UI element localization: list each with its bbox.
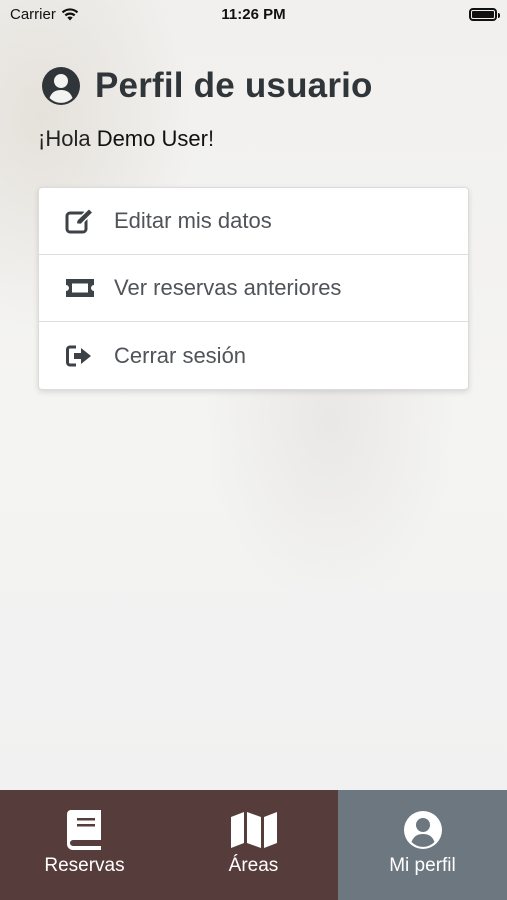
menu-item-past-reservations[interactable]: Ver reservas anteriores <box>39 255 468 322</box>
tab-bar: Reservas Áreas Mi perfil <box>0 790 507 900</box>
carrier-label: Carrier <box>10 5 56 23</box>
tab-label-mi-perfil: Mi perfil <box>389 855 456 876</box>
tab-label-areas: Áreas <box>228 855 279 876</box>
user-name: Demo User <box>96 126 208 151</box>
book-icon <box>66 810 103 850</box>
status-bar: Carrier 11:26 PM <box>0 0 507 28</box>
profile-menu: Editar mis datos Ver reservas anteriores… <box>38 187 469 390</box>
background-image <box>0 0 507 790</box>
sign-out-icon <box>64 344 96 368</box>
tab-label-reservas: Reservas <box>44 855 125 876</box>
menu-label-edit-data: Editar mis datos <box>114 208 272 233</box>
user-circle-icon <box>42 67 80 105</box>
menu-label-logout: Cerrar sesión <box>114 342 247 368</box>
page-header: Perfil de usuario <box>41 66 373 106</box>
menu-item-logout[interactable]: Cerrar sesión <box>39 322 468 389</box>
ticket-icon <box>64 276 96 300</box>
menu-label-past-reservations: Ver reservas anteriores <box>114 275 342 300</box>
wifi-icon <box>61 7 79 20</box>
tab-areas[interactable]: Áreas <box>169 790 338 900</box>
tab-mi-perfil[interactable]: Mi perfil <box>338 790 507 900</box>
greeting-suffix: ! <box>207 126 215 151</box>
tab-reservas[interactable]: Reservas <box>0 790 169 900</box>
edit-icon <box>64 208 96 234</box>
carrier-group: Carrier <box>10 6 79 23</box>
user-circle-icon <box>403 810 443 850</box>
greeting-prefix: ¡Hola <box>38 126 97 151</box>
battery-icon <box>469 7 500 21</box>
page-title: Perfil de usuario <box>95 66 373 105</box>
greeting-text: ¡Hola Demo User! <box>38 126 214 152</box>
battery-level <box>472 10 494 18</box>
map-icon <box>230 810 277 850</box>
menu-item-edit-data[interactable]: Editar mis datos <box>39 188 468 255</box>
